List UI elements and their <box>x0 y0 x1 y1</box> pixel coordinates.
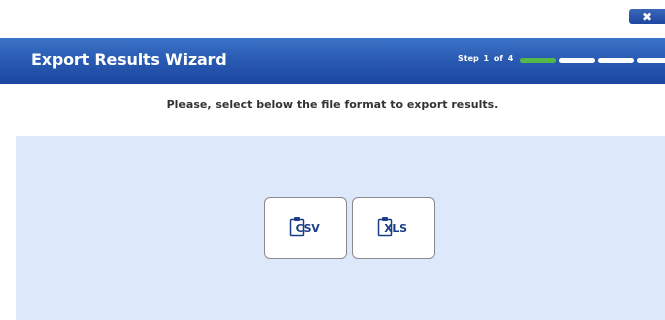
export-csv-button[interactable]: CSV <box>264 197 347 259</box>
step-total: 4 <box>507 54 514 63</box>
wizard-title: Export Results Wizard <box>31 50 227 69</box>
step-bar-4 <box>637 58 665 63</box>
instruction-text: Please, select below the file format to … <box>166 98 499 111</box>
step-of: of <box>493 54 503 63</box>
xls-label: XLS <box>384 221 407 235</box>
export-xls-button[interactable]: XLS <box>352 197 435 259</box>
clipboard-icon: XLS <box>377 216 407 236</box>
step-bar-1 <box>520 58 556 63</box>
close-button[interactable]: ✖ <box>629 9 665 24</box>
step-word: Step <box>458 54 479 63</box>
step-bar-2 <box>559 58 595 63</box>
step-indicator: Step 1 of 4 <box>458 54 515 63</box>
clipboard-icon: CSV <box>289 216 320 236</box>
step-progress <box>520 58 665 63</box>
close-icon: ✖ <box>641 9 653 24</box>
step-current: 1 <box>483 54 490 63</box>
step-bar-3 <box>598 58 634 63</box>
wizard-header: Export Results Wizard Step 1 of 4 <box>0 38 665 84</box>
csv-label: CSV <box>295 221 320 235</box>
